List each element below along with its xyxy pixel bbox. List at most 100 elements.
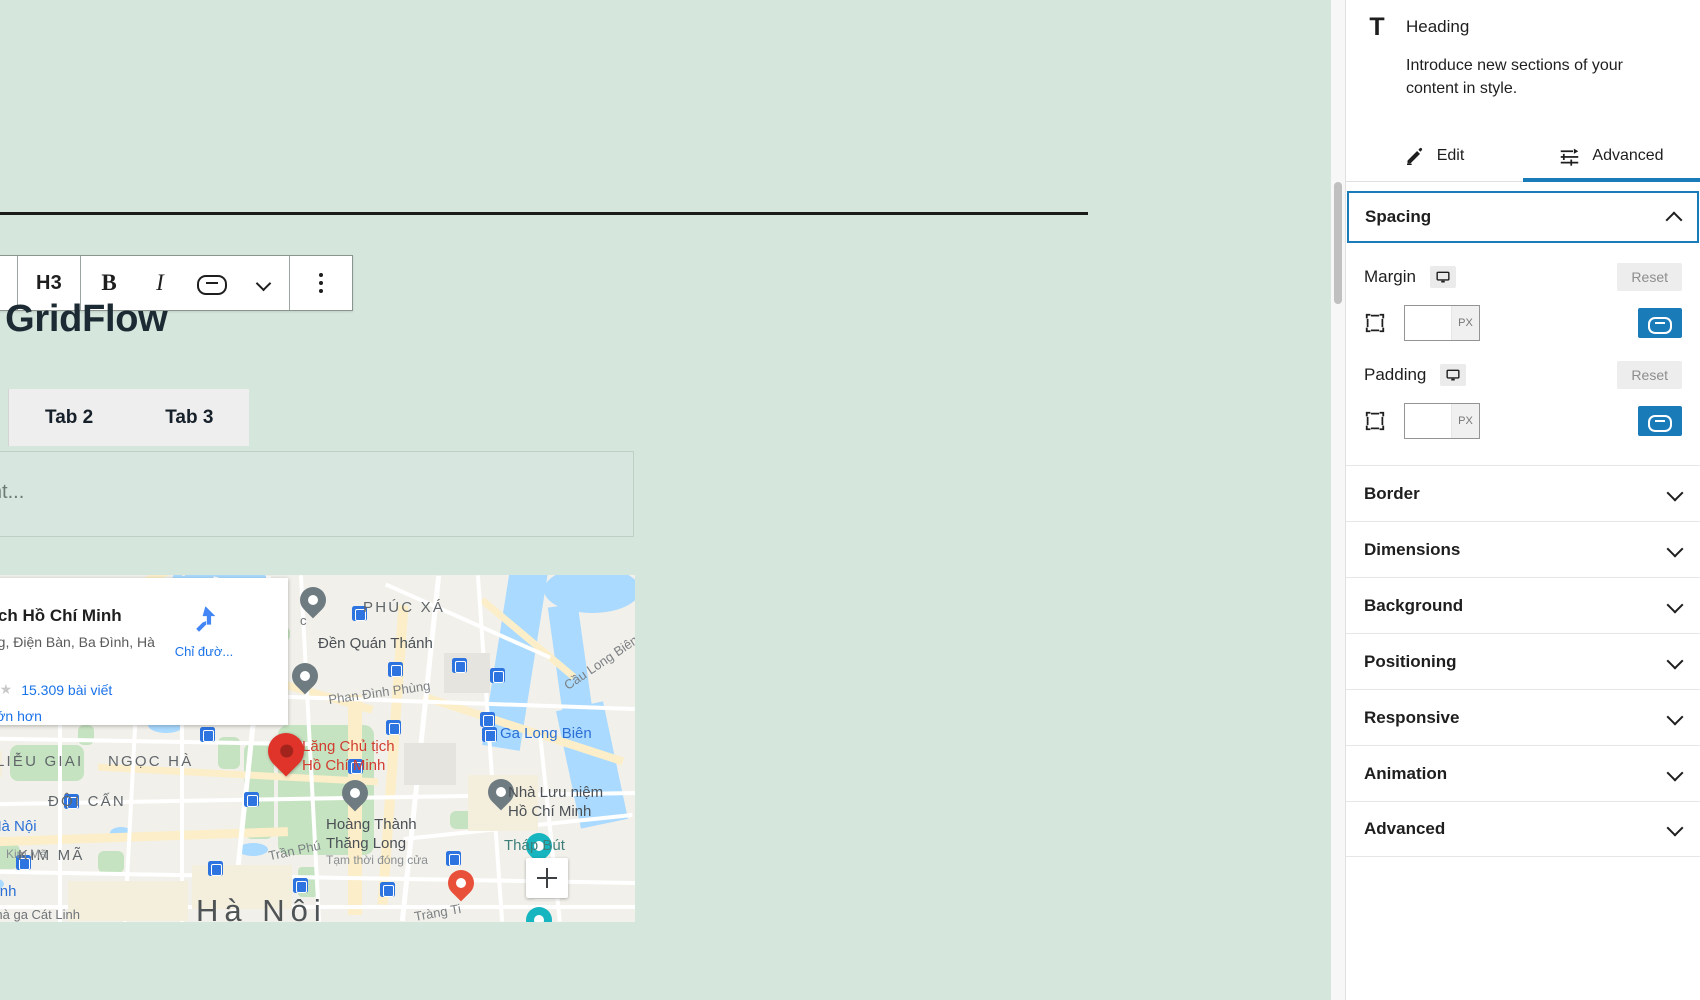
section-border-label: Border (1364, 483, 1420, 503)
chevron-down-icon (1668, 767, 1682, 781)
tab-item-tab-3[interactable]: Tab 3 (129, 389, 249, 446)
tab-advanced-label: Advanced (1592, 147, 1664, 164)
padding-link-sides-toggle[interactable] (1638, 406, 1682, 436)
margin-label: Margin (1364, 267, 1416, 286)
tab-edit-label: Edit (1436, 147, 1465, 164)
transit-icon (200, 727, 215, 742)
close-icon[interactable]: × (0, 389, 8, 445)
chevron-up-icon (1667, 210, 1681, 224)
spacing-panel-title: Spacing (1365, 207, 1432, 226)
tab-list: Tab 2 Tab 3 (8, 389, 250, 446)
transit-icon (380, 882, 395, 897)
chevron-down-icon (1668, 822, 1682, 836)
block-type-name: Heading (1406, 17, 1470, 36)
transit-icon (480, 712, 495, 727)
transit-icon (244, 792, 259, 807)
section-dimensions-label: Dimensions (1364, 539, 1461, 559)
transit-icon (452, 658, 467, 673)
pencil-icon (1406, 148, 1422, 165)
margin-input-field[interactable]: PX (1404, 305, 1480, 341)
section-responsive-label: Responsive (1364, 707, 1460, 727)
padding-unit-label: PX (1451, 404, 1479, 438)
padding-input[interactable] (1405, 404, 1451, 438)
toolbar-group-options (290, 256, 352, 310)
page-heading[interactable]: o GridFlow (0, 298, 168, 341)
transit-icon (293, 878, 308, 893)
tab-content-area[interactable] (0, 451, 634, 537)
more-formats-chevron-down-icon[interactable] (241, 256, 289, 310)
spacing-box-icon (1364, 410, 1386, 432)
block-info-card: T Heading Introduce new sections of your… (1346, 0, 1700, 100)
section-responsive[interactable]: Responsive (1346, 689, 1700, 745)
margin-row-header: Margin Reset (1346, 263, 1700, 291)
link-icon (1648, 414, 1672, 432)
margin-unit-label: PX (1451, 306, 1479, 340)
padding-input-field[interactable]: PX (1404, 403, 1480, 439)
chevron-down-icon (1668, 655, 1682, 669)
chevron-down-glyph (257, 279, 273, 288)
directions-arrow-icon (196, 606, 216, 632)
section-animation-label: Animation (1364, 763, 1448, 783)
transit-icon (208, 861, 223, 876)
transit-icon (352, 606, 367, 621)
settings-sidebar: T Heading Introduce new sections of your… (1345, 0, 1700, 1000)
transit-icon (386, 720, 401, 735)
directions-button[interactable]: Chỉ đườ... (172, 602, 236, 659)
info-card-rating-row: ★★★★ 15.309 bài viết (0, 681, 274, 698)
map-zoom-in-button[interactable] (526, 858, 568, 898)
view-larger-map-link[interactable]: n đồ lớn hơn (0, 708, 274, 724)
editor-canvas: H3 B I o GridFlow × Tab 2 Tab 3 content. (0, 0, 1331, 1000)
transit-icon (16, 855, 31, 870)
padding-row-input: PX (1346, 403, 1700, 439)
chevron-down-icon (1668, 543, 1682, 557)
three-dots-glyph (319, 273, 323, 293)
section-border[interactable]: Border (1346, 465, 1700, 521)
section-animation[interactable]: Animation (1346, 745, 1700, 801)
transit-icon (348, 759, 363, 774)
sliders-icon (1561, 148, 1579, 166)
desktop-icon[interactable] (1429, 266, 1456, 288)
rail-station-icon (482, 727, 497, 742)
map-zoom-divider (534, 899, 560, 900)
margin-link-sides-toggle[interactable] (1638, 308, 1682, 338)
spacing-panel-body: Margin Reset PX Padding Reset PX (1346, 263, 1700, 465)
section-dimensions[interactable]: Dimensions (1346, 521, 1700, 577)
tab-advanced[interactable]: Advanced (1523, 134, 1700, 182)
heading-block-icon: T (1369, 13, 1385, 41)
section-positioning[interactable]: Positioning (1346, 633, 1700, 689)
info-card-review-count[interactable]: 15.309 bài viết (21, 682, 112, 698)
transit-icon (388, 662, 403, 677)
star-rating-icon: ★★★★ (0, 681, 13, 697)
margin-reset-button[interactable]: Reset (1617, 263, 1682, 291)
spacing-box-icon (1364, 312, 1386, 334)
plus-icon (537, 868, 557, 888)
chevron-down-icon (1668, 711, 1682, 725)
chevron-down-icon (1668, 599, 1682, 613)
transit-icon (490, 668, 505, 683)
block-info-header: T Heading (1364, 14, 1682, 40)
section-advanced[interactable]: Advanced (1346, 801, 1700, 857)
padding-label: Padding (1364, 365, 1427, 384)
directions-label: Chỉ đườ... (174, 644, 234, 659)
canvas-scrollbar[interactable] (1331, 0, 1345, 1000)
three-dots-icon[interactable] (290, 256, 352, 310)
tab-edit[interactable]: Edit (1346, 134, 1523, 182)
padding-row-header: Padding Reset (1346, 361, 1700, 389)
block-description: Introduce new sections of your content i… (1406, 57, 1624, 97)
section-background[interactable]: Background (1346, 577, 1700, 633)
desktop-icon[interactable] (1440, 364, 1467, 386)
section-background-label: Background (1364, 595, 1464, 615)
margin-row-input: PX (1346, 305, 1700, 341)
sidebar-tabs: Edit Advanced (1346, 134, 1700, 182)
link-icon[interactable] (183, 256, 241, 310)
map-info-card[interactable]: hủ tịch Hồ Chí Minh Vương, Điện Bàn, Ba … (0, 578, 288, 725)
canvas-scrollbar-thumb[interactable] (1334, 182, 1342, 304)
padding-reset-button[interactable]: Reset (1617, 361, 1682, 389)
tab-item-tab-2[interactable]: Tab 2 (9, 389, 129, 446)
section-advanced-label: Advanced (1364, 819, 1446, 838)
tabs-block: × Tab 2 Tab 3 (0, 389, 250, 446)
margin-input[interactable] (1405, 306, 1451, 340)
spacing-panel-header[interactable]: Spacing (1347, 191, 1699, 243)
transit-icon (446, 851, 461, 866)
chevron-down-icon (1668, 487, 1682, 501)
